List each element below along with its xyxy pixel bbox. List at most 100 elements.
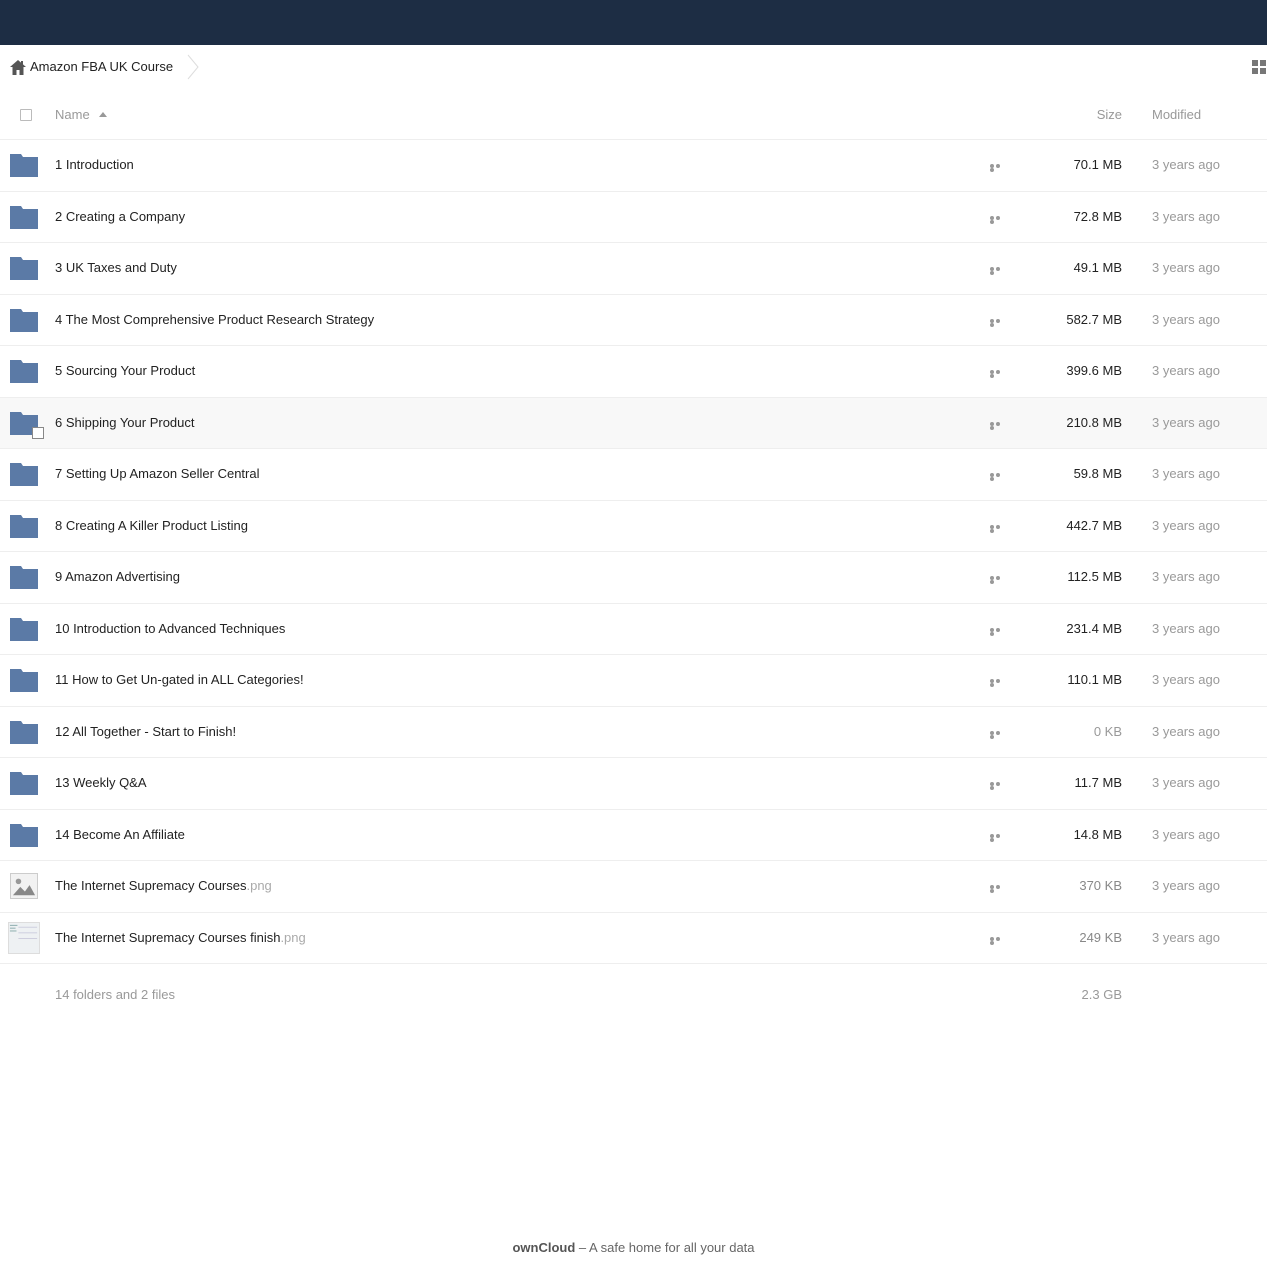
- file-row[interactable]: 2 Creating a Company 72.8 MB 3 years ago: [0, 192, 1267, 243]
- file-row[interactable]: 4 The Most Comprehensive Product Researc…: [0, 295, 1267, 346]
- file-row[interactable]: The Internet Supremacy Courses finish.pn…: [0, 913, 1267, 964]
- file-size: 442.7 MB: [1066, 517, 1122, 533]
- file-name[interactable]: 7 Setting Up Amazon Seller Central: [55, 466, 260, 482]
- file-name[interactable]: 4 The Most Comprehensive Product Researc…: [55, 312, 374, 328]
- more-actions-icon[interactable]: [990, 679, 1006, 687]
- file-modified: 3 years ago: [1152, 878, 1220, 893]
- file-name[interactable]: 12 All Together - Start to Finish!: [55, 724, 236, 740]
- file-size: 0 KB: [1093, 723, 1122, 739]
- more-actions-icon[interactable]: [990, 473, 1006, 481]
- file-row[interactable]: 13 Weekly Q&A 11.7 MB 3 years ago: [0, 758, 1267, 810]
- file-name[interactable]: The Internet Supremacy Courses.png: [55, 878, 272, 894]
- grid-view-icon[interactable]: [1252, 60, 1267, 75]
- more-actions-icon[interactable]: [990, 318, 1006, 327]
- folder-icon: [10, 669, 38, 692]
- file-row[interactable]: 9 Amazon Advertising 112.5 MB 3 years ag…: [0, 552, 1267, 604]
- home-icon[interactable]: [10, 60, 26, 75]
- file-name[interactable]: 1 Introduction: [55, 157, 134, 173]
- folder-icon: [10, 823, 38, 847]
- file-size: 370 KB: [1079, 878, 1122, 893]
- more-actions-icon[interactable]: [990, 576, 1006, 584]
- folder-icon: [10, 308, 38, 332]
- sort-ascending-icon[interactable]: [99, 112, 107, 117]
- file-modified: 3 years ago: [1152, 157, 1220, 172]
- column-header-name[interactable]: Name: [55, 107, 90, 122]
- more-actions-icon[interactable]: [990, 215, 1006, 224]
- file-name[interactable]: 13 Weekly Q&A: [55, 775, 147, 791]
- footer-brand[interactable]: ownCloud: [512, 1240, 575, 1255]
- file-row[interactable]: 3 UK Taxes and Duty 49.1 MB 3 years ago: [0, 243, 1267, 295]
- file-modified: 3 years ago: [1152, 620, 1220, 636]
- file-row[interactable]: 14 Become An Affiliate 14.8 MB 3 years a…: [0, 810, 1267, 861]
- more-actions-icon[interactable]: [990, 833, 1006, 842]
- file-modified: 3 years ago: [1152, 363, 1220, 378]
- summary-total-size: 2.3 GB: [1081, 987, 1122, 1002]
- file-name[interactable]: 2 Creating a Company: [55, 209, 185, 225]
- file-size: 399.6 MB: [1066, 363, 1122, 378]
- file-modified: 3 years ago: [1152, 672, 1220, 687]
- file-list-summary: 14 folders and 2 files 2.3 GB: [0, 978, 1267, 1010]
- file-name[interactable]: 14 Become An Affiliate: [55, 827, 185, 843]
- file-modified: 3 years ago: [1152, 929, 1220, 945]
- more-actions-icon[interactable]: [990, 370, 1006, 378]
- file-size: 582.7 MB: [1066, 311, 1122, 327]
- file-name[interactable]: 10 Introduction to Advanced Techniques: [55, 621, 285, 637]
- more-actions-icon[interactable]: [990, 421, 1006, 430]
- folder-icon: [10, 566, 38, 589]
- row-checkbox[interactable]: [32, 426, 44, 439]
- file-name[interactable]: 9 Amazon Advertising: [55, 569, 180, 585]
- more-actions-icon[interactable]: [990, 730, 1006, 739]
- file-name[interactable]: 3 UK Taxes and Duty: [55, 260, 177, 276]
- file-name[interactable]: 6 Shipping Your Product: [55, 415, 195, 431]
- more-actions-icon[interactable]: [990, 885, 1006, 893]
- file-size: 59.8 MB: [1073, 466, 1122, 481]
- column-header-modified[interactable]: Modified: [1152, 107, 1201, 122]
- file-modified: 3 years ago: [1152, 775, 1220, 790]
- file-row[interactable]: 11 How to Get Un-gated in ALL Categories…: [0, 655, 1267, 707]
- folder-icon: [10, 154, 38, 177]
- file-modified: 3 years ago: [1152, 517, 1220, 533]
- file-name[interactable]: 11 How to Get Un-gated in ALL Categories…: [55, 672, 304, 688]
- select-all-checkbox[interactable]: [20, 109, 32, 121]
- folder-icon: [10, 257, 38, 280]
- file-size: 72.8 MB: [1073, 208, 1122, 224]
- file-row[interactable]: 7 Setting Up Amazon Seller Central 59.8 …: [0, 449, 1267, 501]
- file-name[interactable]: 8 Creating A Killer Product Listing: [55, 518, 248, 534]
- summary-count: 14 folders and 2 files: [55, 987, 175, 1002]
- file-row[interactable]: 10 Introduction to Advanced Techniques 2…: [0, 604, 1267, 655]
- file-row[interactable]: 6 Shipping Your Product 210.8 MB 3 years…: [0, 397, 1267, 449]
- file-row[interactable]: The Internet Supremacy Courses.png 370 K…: [0, 861, 1267, 913]
- more-actions-icon[interactable]: [990, 936, 1006, 945]
- more-actions-icon[interactable]: [990, 267, 1006, 275]
- breadcrumb-current[interactable]: Amazon FBA UK Course: [30, 59, 173, 75]
- folder-icon: [10, 360, 38, 383]
- more-actions-icon[interactable]: [990, 627, 1006, 636]
- file-modified: 3 years ago: [1152, 569, 1220, 584]
- more-actions-icon[interactable]: [990, 524, 1006, 533]
- file-modified: 3 years ago: [1152, 723, 1220, 739]
- file-modified: 3 years ago: [1152, 466, 1220, 481]
- file-row[interactable]: 12 All Together - Start to Finish! 0 KB …: [0, 707, 1267, 758]
- file-list: 1 Introduction 70.1 MB 3 years ago 2 Cre…: [0, 140, 1267, 964]
- more-actions-icon[interactable]: [990, 782, 1006, 790]
- more-actions-icon[interactable]: [990, 164, 1006, 172]
- file-modified: 3 years ago: [1152, 826, 1220, 842]
- file-name[interactable]: The Internet Supremacy Courses finish.pn…: [55, 930, 306, 946]
- file-size: 14.8 MB: [1073, 826, 1122, 842]
- file-row[interactable]: 1 Introduction 70.1 MB 3 years ago: [0, 140, 1267, 192]
- file-size: 49.1 MB: [1073, 260, 1122, 275]
- top-bar: [0, 0, 1267, 45]
- file-modified: 3 years ago: [1152, 208, 1220, 224]
- file-row[interactable]: 5 Sourcing Your Product 399.6 MB 3 years…: [0, 346, 1267, 398]
- column-header-size[interactable]: Size: [1097, 107, 1122, 122]
- screenshot-thumbnail-icon: [8, 921, 40, 954]
- file-modified: 3 years ago: [1152, 414, 1220, 430]
- breadcrumb-separator-icon: [187, 54, 199, 80]
- file-row[interactable]: 8 Creating A Killer Product Listing 442.…: [0, 501, 1267, 552]
- file-name[interactable]: 5 Sourcing Your Product: [55, 363, 195, 379]
- file-size: 210.8 MB: [1066, 414, 1122, 430]
- footer-tagline: – A safe home for all your data: [575, 1240, 755, 1255]
- file-size: 11.7 MB: [1074, 775, 1122, 790]
- folder-icon: [10, 772, 38, 795]
- file-size: 231.4 MB: [1066, 620, 1122, 636]
